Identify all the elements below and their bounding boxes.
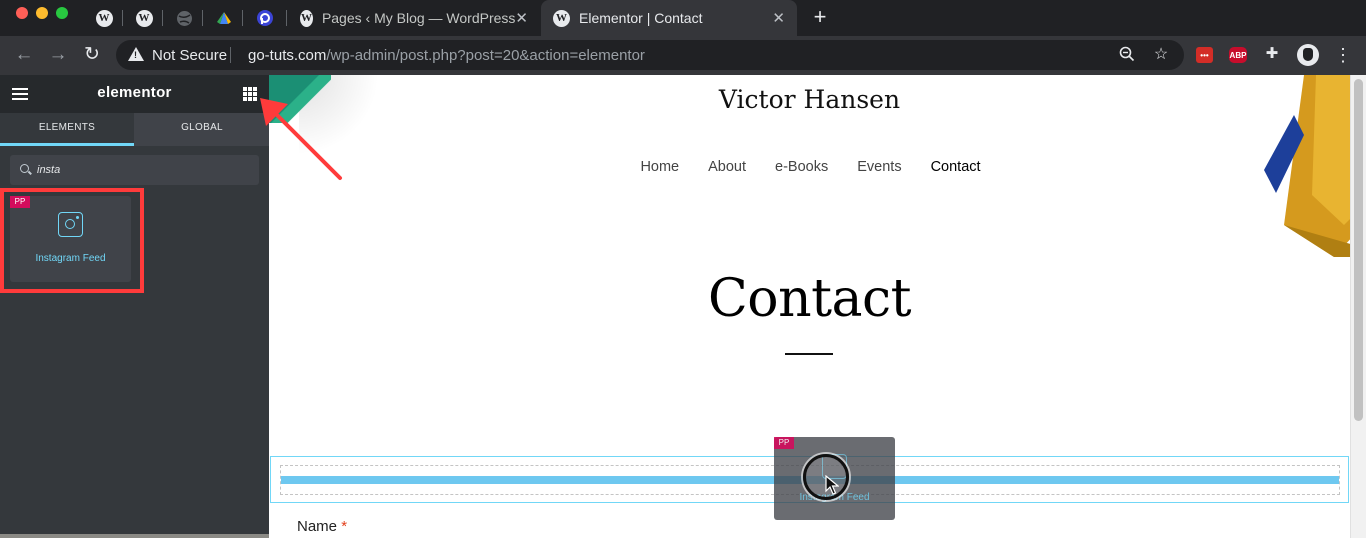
preview-scrollbar[interactable]: [1350, 75, 1366, 538]
bookmark-star-icon[interactable]: ☆: [1152, 46, 1170, 64]
close-tab-icon[interactable]: ✕: [515, 9, 528, 27]
panel-header: elementor: [0, 75, 269, 113]
browser-menu-icon[interactable]: ⋮: [1334, 44, 1352, 66]
nav-item-home[interactable]: Home: [640, 159, 679, 175]
tab-title: Pages ‹ My Blog — WordPress: [321, 10, 516, 26]
tab-separator: [242, 10, 243, 26]
search-icon: [20, 164, 29, 173]
tab-separator: [162, 10, 163, 26]
pinned-tab-wordpress-1[interactable]: W: [91, 5, 117, 31]
scrollbar-thumb[interactable]: [1354, 79, 1363, 421]
reload-button[interactable]: ↻: [81, 44, 103, 66]
extension-label: ABP: [1229, 50, 1247, 60]
globe-icon: [176, 10, 192, 26]
name-label-text: Name: [297, 518, 338, 535]
security-status[interactable]: Not Secure: [152, 47, 227, 64]
close-window-button[interactable]: [16, 7, 28, 19]
elementor-panel: elementor ELEMENTS GLOBAL PP Instagram F…: [0, 75, 269, 538]
drive-icon: [217, 12, 231, 24]
extension-label: •••: [1200, 50, 1209, 60]
panel-tabs: ELEMENTS GLOBAL: [0, 113, 269, 146]
zoom-icon[interactable]: [1118, 46, 1136, 64]
nav-item-contact[interactable]: Contact: [931, 159, 981, 175]
mouse-pointer-icon: [825, 475, 839, 495]
new-tab-button[interactable]: +: [808, 5, 832, 29]
heading-divider: [785, 353, 833, 355]
tab-elements[interactable]: ELEMENTS: [0, 113, 134, 146]
browser-toolbar: ← → ↻ Not Secure go-tuts.com/wp-admin/po…: [0, 36, 1366, 75]
tab-title: Elementor | Contact: [579, 10, 703, 26]
url-path: /wp-admin/post.php?post=20&action=elemen…: [326, 47, 645, 64]
wordpress-icon: W: [95, 9, 113, 27]
profile-avatar[interactable]: [1297, 44, 1319, 66]
circle-p-icon: [257, 10, 273, 26]
forward-button[interactable]: →: [47, 44, 69, 66]
pinned-tab-extension[interactable]: [252, 5, 278, 31]
nav-item-events[interactable]: Events: [857, 159, 901, 175]
tab-pages-my-blog[interactable]: W Pages ‹ My Blog — WordPress ✕: [288, 0, 540, 36]
pinned-tab-globe[interactable]: [171, 5, 197, 31]
tab-global[interactable]: GLOBAL: [135, 113, 269, 146]
zoom-window-button[interactable]: [56, 7, 68, 19]
annotation-arrow-icon: [260, 98, 342, 180]
widget-search[interactable]: [10, 155, 259, 185]
browser-tab-strip: W W W Pages ‹ My Blog — WordPress ✕ W El…: [0, 0, 1366, 36]
main-navigation: Home About e-Books Events Contact: [269, 159, 1350, 175]
adblock-plus-extension-icon[interactable]: ABP: [1229, 47, 1247, 63]
nav-item-ebooks[interactable]: e-Books: [775, 159, 828, 175]
wordpress-icon: W: [300, 9, 313, 27]
pinned-tab-wordpress-2[interactable]: W: [131, 5, 157, 31]
search-input[interactable]: [37, 161, 247, 179]
annotation-highlight-box: [0, 188, 144, 293]
tab-elementor-contact[interactable]: W Elementor | Contact ✕: [541, 0, 797, 36]
site-title[interactable]: Victor Hansen: [269, 85, 1350, 114]
back-button[interactable]: ←: [13, 44, 35, 66]
pinned-tab-drive[interactable]: [211, 5, 237, 31]
page-title[interactable]: Contact: [269, 269, 1350, 329]
extensions-puzzle-icon[interactable]: ✚: [1263, 45, 1281, 63]
url-host: go-tuts.com: [248, 47, 327, 64]
tab-separator: [122, 10, 123, 26]
warning-icon[interactable]: [128, 47, 144, 61]
elementor-logo: elementor: [97, 84, 172, 101]
wordpress-icon: W: [553, 9, 570, 27]
tab-separator: [202, 10, 203, 26]
form-name-label: Name *: [297, 518, 347, 535]
address-bar[interactable]: Not Secure go-tuts.com/wp-admin/post.php…: [116, 40, 1184, 70]
url-text[interactable]: go-tuts.com/wp-admin/post.php?post=20&ac…: [248, 47, 645, 64]
tab-separator: [286, 10, 287, 26]
required-asterisk: *: [341, 518, 348, 535]
nav-item-about[interactable]: About: [708, 159, 746, 175]
lastpass-extension-icon[interactable]: •••: [1196, 47, 1213, 63]
minimize-window-button[interactable]: [36, 7, 48, 19]
wordpress-icon: W: [135, 9, 153, 27]
omnibox-divider: [230, 47, 231, 63]
pp-badge: PP: [774, 437, 794, 449]
page-preview[interactable]: Victor Hansen Home About e-Books Events …: [269, 75, 1366, 538]
close-tab-icon[interactable]: ✕: [772, 9, 785, 27]
